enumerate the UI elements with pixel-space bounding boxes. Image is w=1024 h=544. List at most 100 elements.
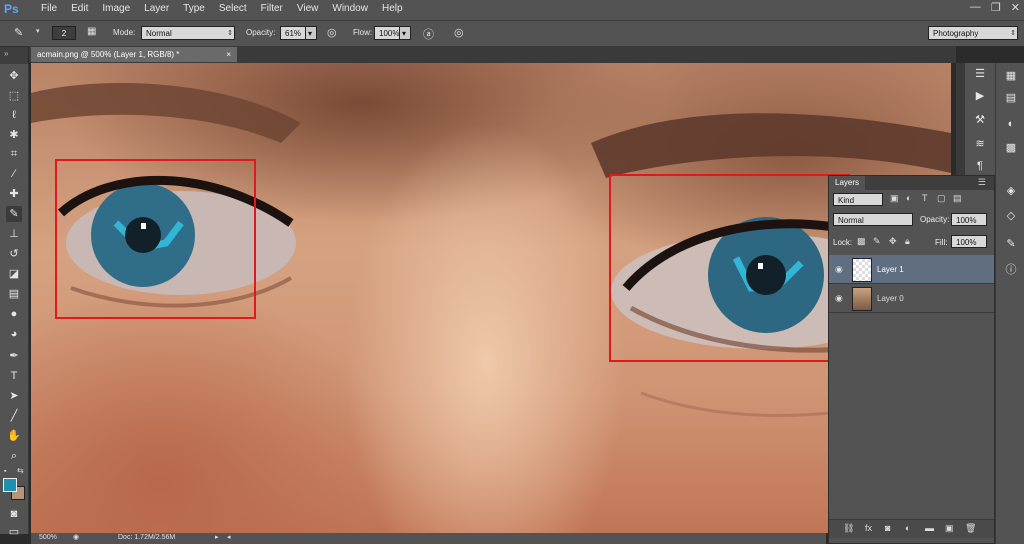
kind-filter-select[interactable]: Kind xyxy=(833,193,883,206)
paragraph-icon[interactable]: ¶ xyxy=(973,159,987,173)
quick-mask-icon[interactable]: ◙ xyxy=(6,506,22,522)
zoom-icon[interactable]: ⌕ xyxy=(6,448,22,464)
zoom-level[interactable]: 500% xyxy=(39,534,57,541)
layer-row-layer-0[interactable]: ◉ Layer 0 xyxy=(829,284,994,313)
filter-adjustment-icon[interactable]: ◐ xyxy=(906,193,911,203)
path-select-icon[interactable]: ➤ xyxy=(6,388,22,404)
fx-icon[interactable]: fx xyxy=(865,523,872,533)
default-colors-icon[interactable]: ▪ xyxy=(4,468,12,476)
menu-filter[interactable]: Filter xyxy=(254,3,290,14)
scroll-left-icon[interactable]: ◂ xyxy=(227,533,231,541)
lasso-icon[interactable]: ℓ xyxy=(6,107,22,123)
filter-pixel-icon[interactable]: ▣ xyxy=(890,193,899,204)
panel-menu-icon[interactable]: ☰ xyxy=(978,177,986,188)
trash-icon[interactable]: 🗑︎ xyxy=(965,523,976,534)
close-button[interactable]: ✕ xyxy=(1011,1,1020,14)
visibility-eye-icon[interactable]: ◉ xyxy=(835,293,847,303)
menu-window[interactable]: Window xyxy=(325,3,375,14)
menu-file[interactable]: File xyxy=(34,3,64,14)
document-canvas[interactable] xyxy=(31,63,951,533)
lock-all-icon[interactable]: 🔒︎ xyxy=(905,236,910,247)
line-icon[interactable]: ╱ xyxy=(6,408,22,424)
layer-row-layer-1[interactable]: ◉ Layer 1 xyxy=(829,255,994,284)
quick-select-icon[interactable]: ✱ xyxy=(6,127,22,143)
eraser-icon[interactable]: ◪ xyxy=(6,266,22,282)
actions-icon[interactable]: ▶ xyxy=(973,89,987,103)
pressure-size-icon[interactable]: ◎ xyxy=(454,26,464,39)
close-tab-icon[interactable]: × xyxy=(226,47,231,62)
new-layer-icon[interactable]: ▣ xyxy=(945,523,954,534)
lock-pixels-icon[interactable]: ✎ xyxy=(873,236,881,247)
visibility-eye-icon[interactable]: ◉ xyxy=(835,264,847,274)
status-menu-arrow-icon[interactable]: ▸ xyxy=(215,533,219,541)
swap-colors-icon[interactable]: ⇆ xyxy=(17,466,24,475)
layer-opacity-label: Opacity: xyxy=(920,215,950,224)
lock-position-icon[interactable]: ✥ xyxy=(889,236,897,247)
layers-tab[interactable]: Layers xyxy=(829,176,866,190)
filter-smart-object-icon[interactable]: ▤ xyxy=(953,193,962,204)
tool-presets-icon[interactable]: ⚒ xyxy=(973,113,987,127)
flow-dropdown[interactable]: ▾ xyxy=(399,26,411,40)
brush-icon[interactable]: ✎ xyxy=(6,206,22,222)
collapse-icon[interactable]: » xyxy=(4,49,8,58)
lock-transparency-icon[interactable]: ▩ xyxy=(857,236,866,247)
menu-view[interactable]: View xyxy=(290,3,326,14)
restore-button[interactable]: ❐ xyxy=(991,1,1001,14)
history-brush-icon[interactable]: ↺ xyxy=(6,246,22,262)
minimize-button[interactable]: — xyxy=(970,1,981,14)
adjustment-icon[interactable]: ◐ xyxy=(905,523,910,533)
styles-icon[interactable]: ▩ xyxy=(1004,141,1018,155)
foreground-color-swatch[interactable] xyxy=(3,478,17,492)
crop-icon[interactable]: ⌗ xyxy=(6,146,22,162)
filter-shape-icon[interactable]: ▢ xyxy=(937,193,946,204)
gradient-icon[interactable]: ▤ xyxy=(6,286,22,302)
adjustments-icon[interactable]: ◐ xyxy=(1004,117,1018,131)
brush-size-picker[interactable]: 2 xyxy=(52,26,76,40)
marquee-icon[interactable]: ⬚ xyxy=(6,88,22,104)
channels-icon[interactable]: ◇ xyxy=(1004,209,1018,223)
menu-edit[interactable]: Edit xyxy=(64,3,95,14)
blur-icon[interactable]: ● xyxy=(6,306,22,322)
menu-type[interactable]: Type xyxy=(176,3,212,14)
opacity-dropdown[interactable]: ▾ xyxy=(305,26,317,40)
type-icon[interactable]: T xyxy=(6,368,22,384)
healing-icon[interactable]: ✚ xyxy=(6,186,22,202)
menu-image[interactable]: Image xyxy=(95,3,137,14)
paths-icon[interactable]: ✎ xyxy=(1004,237,1018,251)
move-icon[interactable]: ✥ xyxy=(6,68,22,84)
swatches-icon[interactable]: ▤ xyxy=(1004,91,1018,105)
brush-presets-icon[interactable]: ≋ xyxy=(973,137,987,151)
mask-icon[interactable]: ◙ xyxy=(885,523,890,533)
pen-icon[interactable]: ✒ xyxy=(6,348,22,364)
blend-mode-select[interactable]: Normal xyxy=(833,213,913,226)
mode-select[interactable]: Normal ⇕ xyxy=(141,26,235,40)
info-panel-icon[interactable]: ⓘ xyxy=(1004,263,1018,277)
fill-input[interactable]: 100% xyxy=(951,235,987,248)
menu-select[interactable]: Select xyxy=(212,3,254,14)
dodge-icon[interactable]: ◕ xyxy=(6,326,22,342)
brush-tool-preset-icon[interactable]: ✎ xyxy=(14,26,23,39)
airbrush-icon[interactable]: ⓐ xyxy=(423,26,434,42)
flow-input[interactable]: 100% xyxy=(374,26,400,40)
menu-help[interactable]: Help xyxy=(375,3,410,14)
pressure-opacity-icon[interactable]: ◎ xyxy=(327,26,337,39)
color-icon[interactable]: ▦ xyxy=(1004,69,1018,83)
link-icon[interactable]: ⛓ xyxy=(843,523,854,534)
brush-panel-icon[interactable]: ▦ xyxy=(87,26,96,37)
layer-name: Layer 0 xyxy=(877,294,904,303)
info-icon[interactable]: ◉ xyxy=(73,533,79,541)
chevron-down-icon[interactable]: ▾ xyxy=(36,27,40,35)
layers-icon[interactable]: ◈ xyxy=(1004,184,1018,198)
hand-icon[interactable]: ✋ xyxy=(6,428,22,444)
menu-layer[interactable]: Layer xyxy=(137,3,176,14)
group-icon[interactable]: ▬ xyxy=(925,523,934,533)
history-icon[interactable]: ☰ xyxy=(973,67,987,81)
opacity-input[interactable]: 61% xyxy=(280,26,306,40)
clone-stamp-icon[interactable]: ⊥ xyxy=(6,226,22,242)
layer-opacity-input[interactable]: 100% xyxy=(951,213,987,226)
document-tab[interactable]: acmain.png @ 500% (Layer 1, RGB/8) * × xyxy=(31,47,237,62)
screen-mode-icon[interactable]: ▭ xyxy=(6,524,22,540)
eyedropper-icon[interactable]: ⁄ xyxy=(6,166,22,182)
filter-type-icon[interactable]: T xyxy=(922,193,928,203)
workspace-select[interactable]: Photography ⇕ xyxy=(928,26,1018,40)
